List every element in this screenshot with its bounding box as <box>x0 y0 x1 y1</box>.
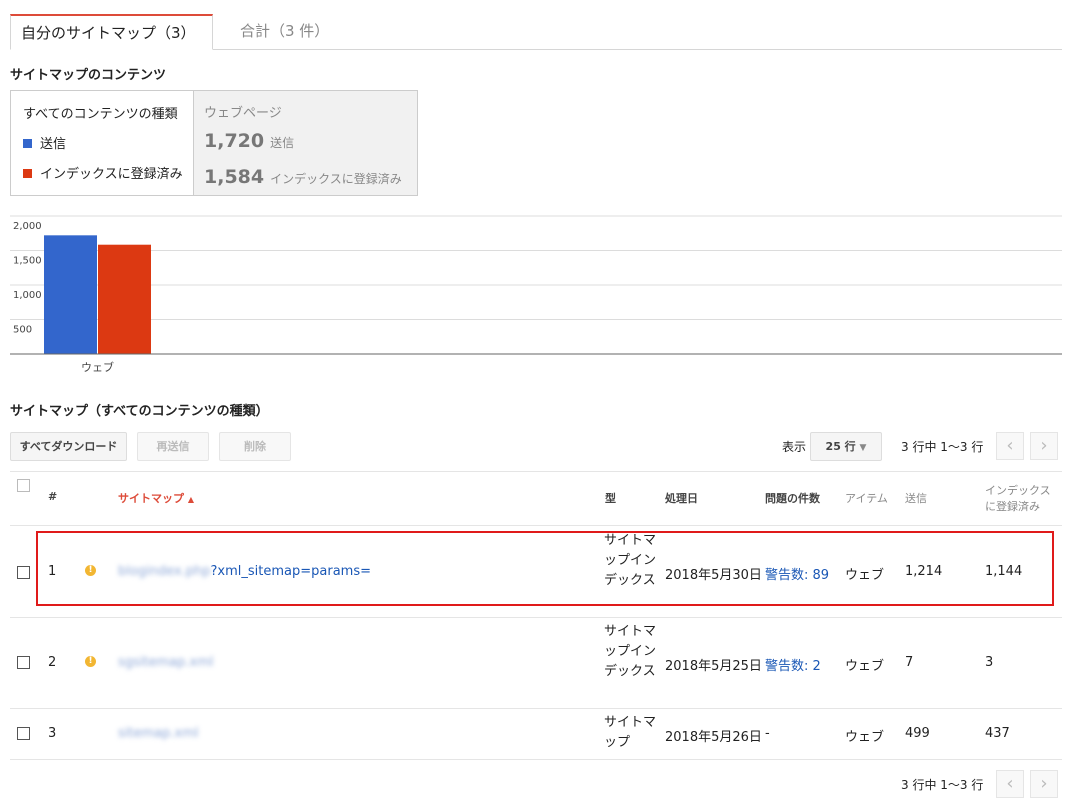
sitemap-type: サイトマップインデックス <box>604 624 657 679</box>
x-tick-label: ウェブ <box>81 360 114 374</box>
indexed-header-line2: に登録済み <box>985 500 1040 513</box>
item-type: ウェブ <box>845 659 885 674</box>
sitemap-type: サイトマップ <box>604 715 657 750</box>
y-tick-label: 1,500 <box>13 256 42 267</box>
sitemap-link[interactable]: sitemap.xml <box>118 726 198 741</box>
range-text-top: 3 行中 1〜3 行 <box>901 440 984 454</box>
submitted-swatch <box>23 139 32 148</box>
web-pages-stats[interactable]: ウェブページ 1,720 送信 1,584 インデックスに登録済み <box>193 90 418 196</box>
download-all-button[interactable]: すべてダウンロード <box>10 432 127 461</box>
select-all-checkbox[interactable] <box>17 479 30 492</box>
indexed-header-line1: インデックス <box>985 484 1051 497</box>
col-num-header: # <box>48 490 58 503</box>
sitemap-header-label: サイトマップ <box>118 492 184 505</box>
issues-link[interactable]: 警告数: 2 <box>765 655 821 674</box>
indexed-count: 437 <box>985 726 1010 741</box>
table-top-border <box>10 471 1062 472</box>
row-divider <box>10 617 1062 618</box>
rows-per-page-select[interactable]: 25 行 ▼ <box>810 432 882 461</box>
indexed-value: 1,584 <box>204 166 265 188</box>
sitemap-link[interactable]: sgsitemap.xml <box>118 655 214 670</box>
header-divider <box>10 525 1062 526</box>
y-tick-label: 500 <box>13 325 32 336</box>
delete-button[interactable]: 削除 <box>219 432 291 461</box>
table-section-title: サイトマップ（すべてのコンテンツの種類） <box>10 404 269 419</box>
next-page-button-bottom[interactable]: › <box>1030 770 1058 798</box>
col-sitemap-header[interactable]: サイトマップ ▲ <box>118 490 194 506</box>
table-bottom-border <box>10 759 1062 760</box>
submitted-value: 1,720 <box>204 130 265 152</box>
prev-page-button-bottom[interactable]: ‹ <box>996 770 1024 798</box>
legend-label-indexed: インデックスに登録済み <box>40 167 183 182</box>
legend-item-submitted: 送信 <box>23 133 66 152</box>
sitemap-host-redacted: sitemap.xml <box>118 726 199 741</box>
sitemap-bar-chart: 2,000 1,500 1,000 500 ウェブ <box>10 215 1062 374</box>
rows-select-value: 25 行 <box>825 440 856 453</box>
chevron-right-icon: › <box>1040 435 1048 456</box>
bar-indexed <box>98 244 151 354</box>
submitted-count: 499 <box>905 726 930 741</box>
item-type: ウェブ <box>845 730 885 745</box>
row-number: 2 <box>48 655 57 670</box>
row-checkbox[interactable] <box>17 727 30 740</box>
sitemap-host-redacted: sgsitemap.xml <box>118 655 214 670</box>
chevron-left-icon: ‹ <box>1006 773 1014 794</box>
col-submitted-header[interactable]: 送信 <box>905 490 927 506</box>
col-item-header[interactable]: アイテム <box>845 490 888 506</box>
col-processed-header[interactable]: 処理日 <box>665 490 698 506</box>
content-type-legend[interactable]: すべてのコンテンツの種類 送信 インデックスに登録済み <box>10 90 193 196</box>
col-indexed-header[interactable]: インデックス に登録済み <box>985 483 1051 515</box>
sort-ascending-icon: ▲ <box>187 495 194 504</box>
legend-item-indexed: インデックスに登録済み <box>23 163 183 182</box>
processed-date: 2018年5月25日 <box>665 659 762 674</box>
chevron-right-icon: › <box>1040 773 1048 794</box>
row-divider <box>10 708 1062 709</box>
warning-icon: ! <box>85 656 96 667</box>
y-tick-label: 1,000 <box>13 290 42 301</box>
col-issues-header[interactable]: 問題の件数 <box>765 490 820 506</box>
indexed-swatch <box>23 169 32 178</box>
col-type-header[interactable]: 型 <box>605 490 616 506</box>
row-checkbox[interactable] <box>17 656 30 669</box>
row-checkbox[interactable] <box>17 566 30 579</box>
prev-page-button[interactable]: ‹ <box>996 432 1024 460</box>
resubmit-button[interactable]: 再送信 <box>137 432 209 461</box>
show-rows-label: 表示 <box>782 440 807 454</box>
tab-bar: 自分のサイトマップ（3） 合計（3 件） <box>10 14 1062 50</box>
chevron-left-icon: ‹ <box>1006 435 1014 456</box>
dropdown-caret-icon: ▼ <box>859 443 867 453</box>
range-text-bottom: 3 行中 1〜3 行 <box>901 778 984 792</box>
submitted-count: 7 <box>905 655 914 670</box>
row-number: 3 <box>48 726 57 741</box>
submitted-stat: 1,720 送信 <box>204 130 294 152</box>
indexed-stat: 1,584 インデックスに登録済み <box>204 166 402 188</box>
next-page-button[interactable]: › <box>1030 432 1058 460</box>
highlight-annotation-box <box>36 531 1054 606</box>
submitted-label: 送信 <box>270 136 295 150</box>
y-tick-label: 2,000 <box>13 221 42 232</box>
content-section-title: サイトマップのコンテンツ <box>10 68 167 83</box>
bar-submitted <box>44 235 97 354</box>
processed-date: 2018年5月26日 <box>665 730 762 745</box>
legend-label-submitted: 送信 <box>40 137 67 152</box>
indexed-count: 3 <box>985 655 994 670</box>
tab-all-sitemaps[interactable]: 合計（3 件） <box>230 14 339 50</box>
stats-heading: ウェブページ <box>204 106 282 121</box>
legend-heading: すべてのコンテンツの種類 <box>23 107 178 122</box>
tab-my-sitemaps[interactable]: 自分のサイトマップ（3） <box>10 14 213 50</box>
issues-count: - <box>765 726 770 741</box>
indexed-label: インデックスに登録済み <box>270 172 402 186</box>
